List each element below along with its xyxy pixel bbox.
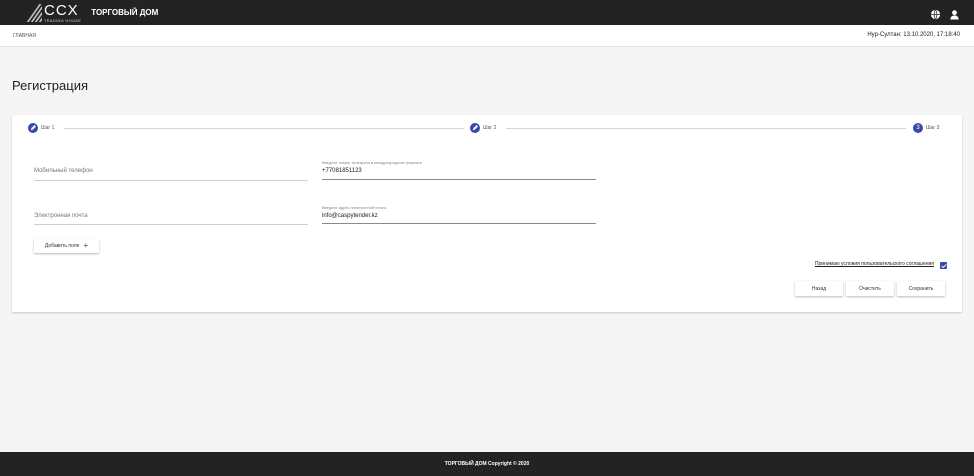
breadcrumb-bar: ГЛАВНАЯ Нур-Султан: 13.10.2020, 17:18:40	[0, 25, 974, 47]
app-title: ТОРГОВЫЙ ДОМ	[91, 8, 159, 17]
phone-input[interactable]: +77081851123	[322, 168, 362, 174]
phone-hint: Введите номер телефона в международном ф…	[322, 160, 423, 165]
footer-copyright: ТОРГОВЫЙ ДОМ Copyright © 2020	[444, 461, 530, 467]
top-app-bar: CCX TRADING HOUSE ТОРГОВЫЙ ДОМ	[0, 0, 974, 25]
email-input-underline	[322, 223, 596, 224]
user-icon[interactable]	[949, 7, 960, 20]
logo-wordmark: CCX TRADING HOUSE	[44, 3, 81, 23]
step-connector	[506, 128, 906, 129]
breadcrumb-home[interactable]: ГЛАВНАЯ	[13, 33, 36, 39]
step-connector	[64, 128, 464, 129]
phone-input-underline	[322, 179, 596, 180]
step-2-label: Шаг 2	[483, 125, 497, 131]
step-3-number: 3	[913, 123, 923, 133]
top-icons	[930, 7, 960, 20]
add-field-label: Добавить поле	[44, 243, 80, 249]
save-button[interactable]: Сохранить	[897, 281, 945, 296]
pencil-icon	[470, 123, 480, 133]
datetime-display: Нур-Султан: 13.10.2020, 17:18:40	[867, 32, 960, 38]
footer: ТОРГОВЫЙ ДОМ Copyright © 2020	[0, 452, 974, 476]
logo-stripes-icon	[20, 3, 42, 22]
phone-label-underline	[34, 180, 308, 181]
step-1[interactable]: Шаг 1	[28, 123, 54, 133]
email-label: Электронная почта	[34, 213, 88, 219]
check-icon	[940, 263, 947, 268]
logo-main-text: CCX	[44, 1, 79, 19]
stepper: Шаг 1 Шаг 2 3 Шаг 3	[28, 123, 942, 135]
phone-label: Мобильный телефон	[34, 168, 93, 174]
back-button[interactable]: Назад	[795, 281, 843, 296]
plus-icon: +	[83, 241, 89, 250]
ccx-logo[interactable]: CCX TRADING HOUSE	[20, 0, 81, 25]
logo-sub-text: TRADING HOUSE	[44, 17, 82, 23]
page-title: Регистрация	[12, 78, 88, 93]
step-3[interactable]: 3 Шаг 3	[913, 123, 939, 133]
add-field-button[interactable]: Добавить поле +	[34, 239, 99, 253]
step-3-label: Шаг 3	[926, 125, 940, 131]
step-2[interactable]: Шаг 2	[470, 123, 496, 133]
step-1-label: Шаг 1	[41, 125, 55, 131]
clear-button[interactable]: Очистить	[846, 281, 894, 296]
globe-icon[interactable]	[930, 7, 941, 20]
user-agreement-link[interactable]: Принимаю условия пользовательского согла…	[815, 261, 934, 267]
agreement-checkbox[interactable]	[940, 262, 947, 269]
pencil-icon	[28, 123, 38, 133]
email-label-underline	[34, 224, 308, 225]
registration-card: Шаг 1 Шаг 2 3 Шаг 3 Мобильный телефон Вв…	[12, 115, 962, 312]
email-hint: Введите адрес электронной почты	[322, 205, 387, 210]
email-input[interactable]: info@caspytender.kz	[322, 213, 378, 219]
